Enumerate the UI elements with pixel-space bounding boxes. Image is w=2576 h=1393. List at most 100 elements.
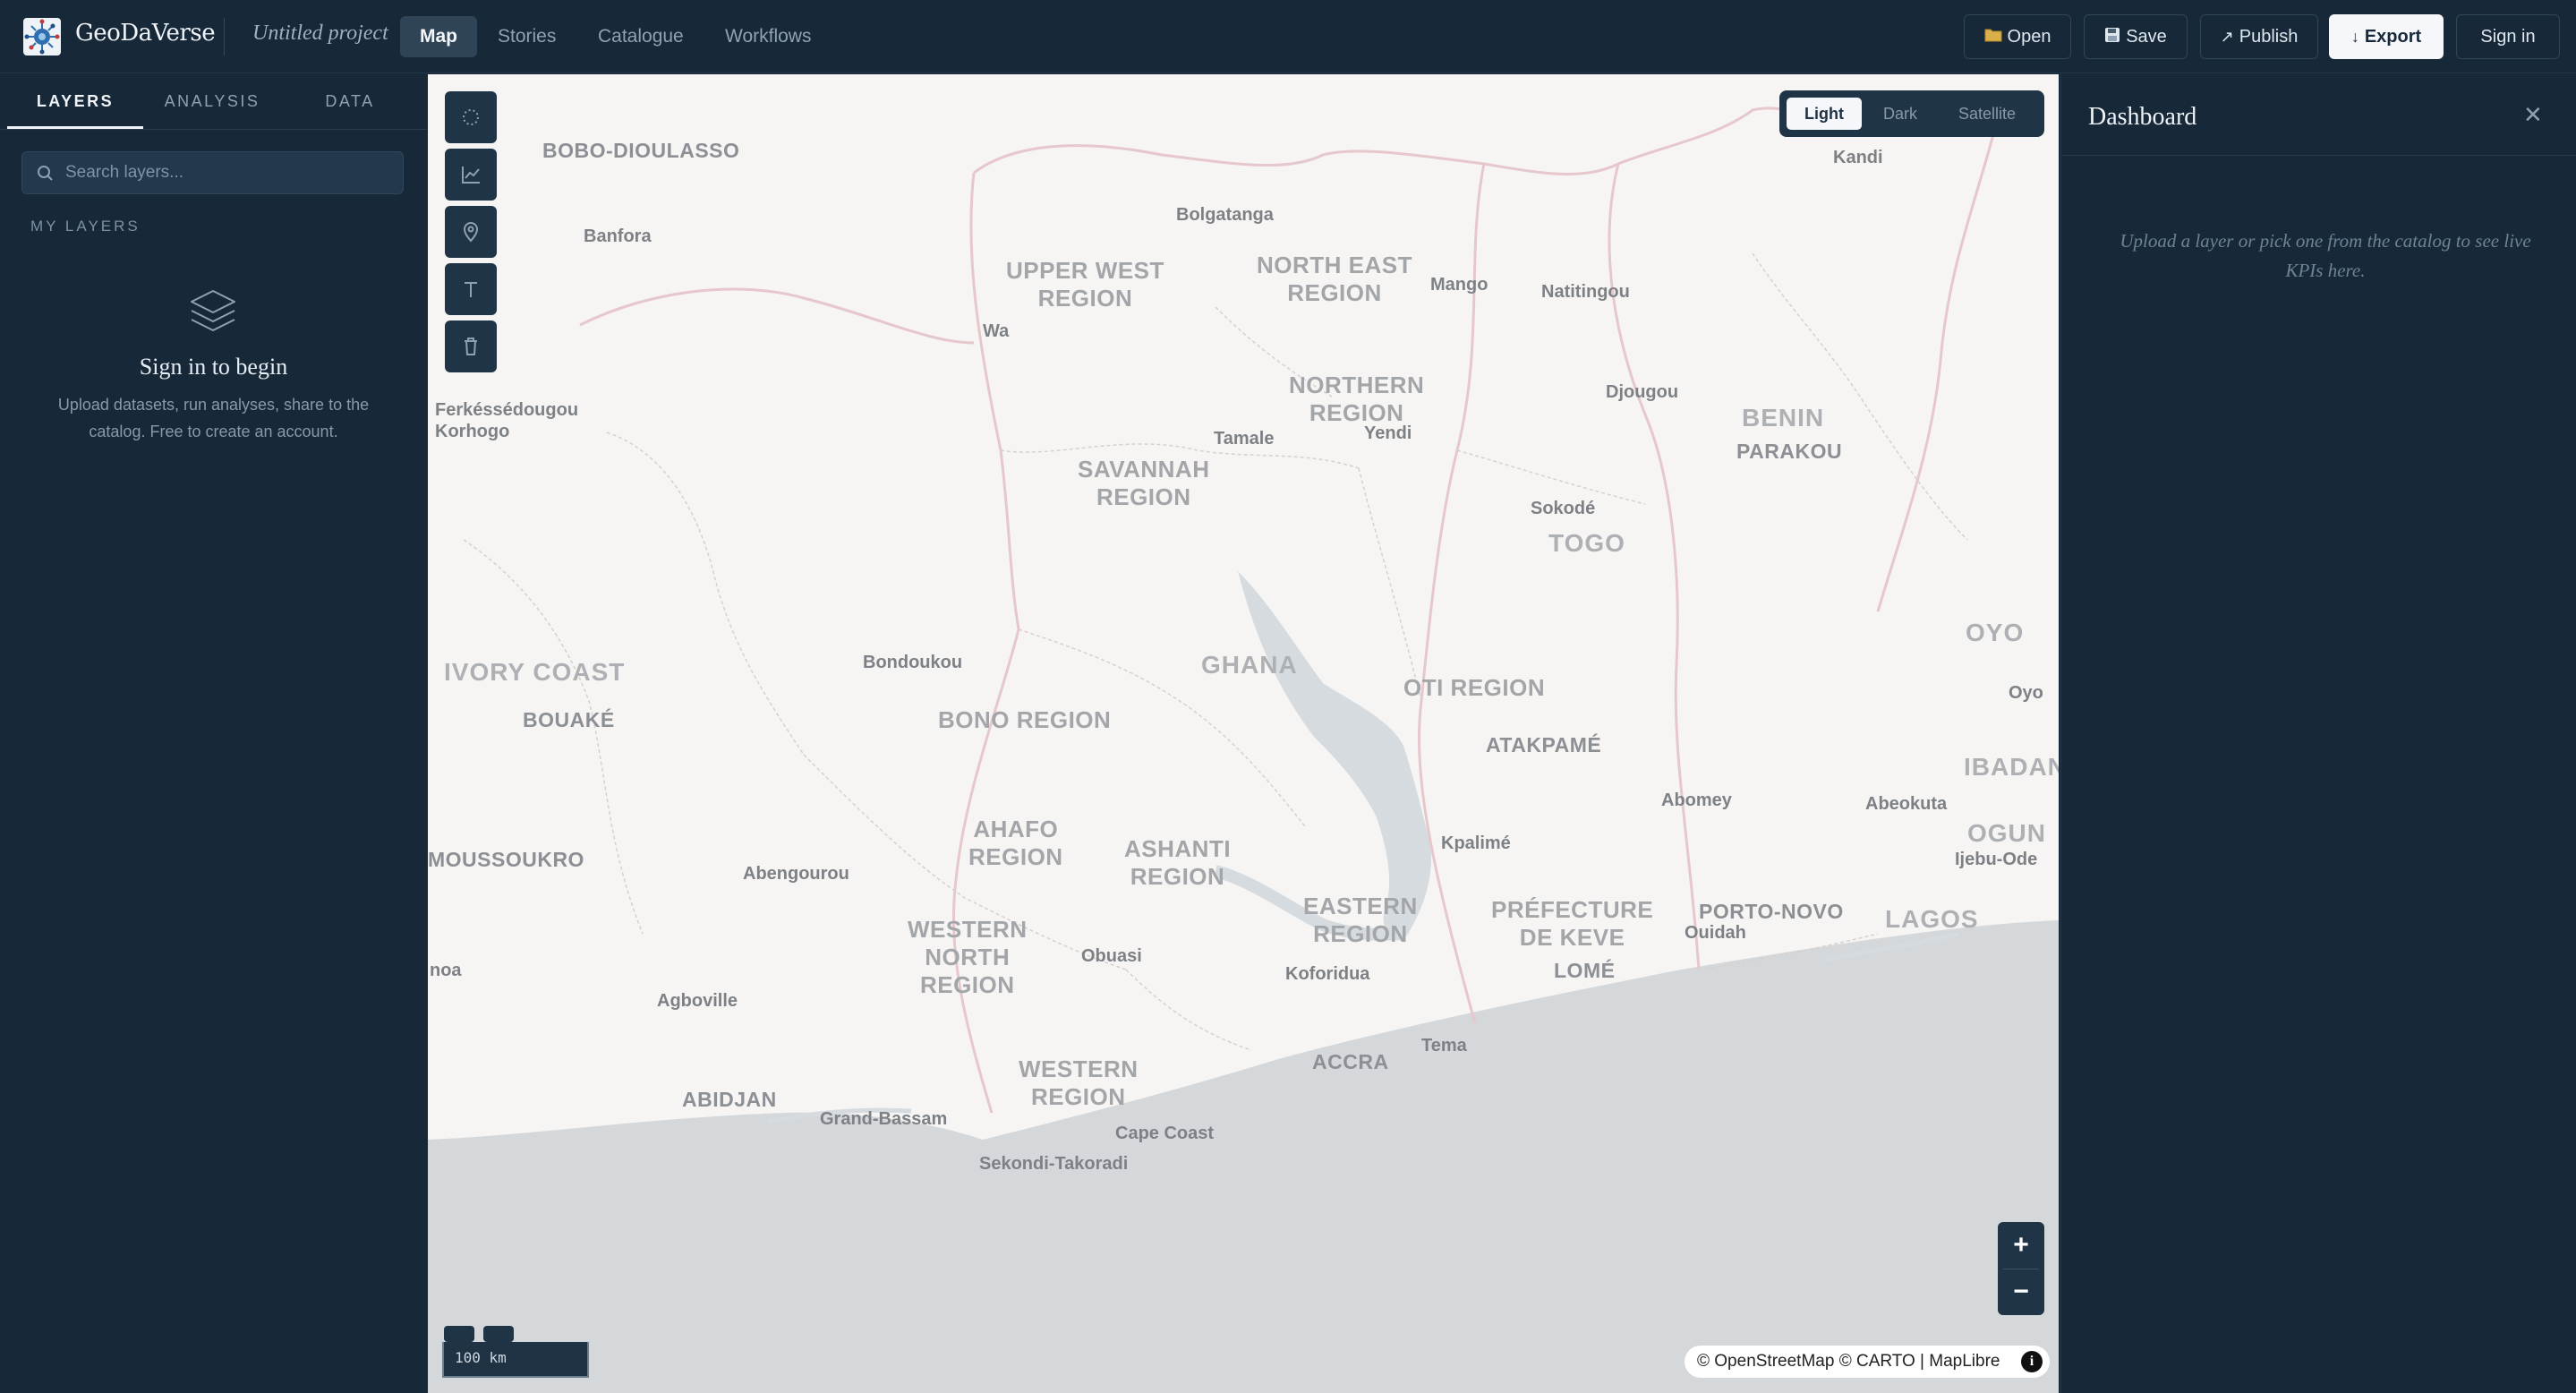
map-label: Tema (1421, 1036, 1467, 1055)
empty-state-description: Upload datasets, run analyses, share to … (57, 396, 370, 440)
map-label: Kandi (1833, 148, 1883, 167)
map-label: EASTERN REGION (1303, 893, 1418, 947)
search-icon (35, 163, 56, 184)
map-label: Oyo (2009, 683, 2043, 703)
map-label: Tamale (1214, 429, 1275, 449)
project-name[interactable]: Untitled project (252, 21, 388, 46)
globe-network-icon[interactable] (23, 18, 61, 56)
map-label: Bondoukou (863, 653, 963, 672)
map-label: PRÉFECTURE DE KEVE (1491, 896, 1654, 951)
map-label: OGUN (1967, 819, 2046, 847)
map-label: Yendi (1364, 423, 1412, 443)
map-label: LOMÉ (1554, 959, 1616, 982)
map-label: Grand-Bassam (820, 1109, 948, 1129)
attribution-text: © OpenStreetMap © CARTO | MapLibre (1697, 1352, 2000, 1371)
scale-toggle[interactable] (483, 1326, 514, 1342)
text-icon[interactable] (445, 263, 497, 315)
map-label: SAVANNAH REGION (1078, 456, 1210, 510)
dashboard-panel: Dashboard ✕ Upload a layer or pick one f… (2060, 74, 2576, 1393)
map-label: ATAKPAMÉ (1486, 733, 1602, 756)
map-label: Ouidah (1685, 923, 1746, 943)
map-label: LAGOS (1885, 905, 1979, 933)
map-label: Cape Coast (1115, 1124, 1215, 1143)
trash-icon[interactable] (445, 320, 497, 372)
top-bar: GeoDaVerse Untitled project Map Stories … (0, 0, 2576, 73)
sign-in-button[interactable]: Sign in (2456, 14, 2560, 59)
style-dark-button[interactable]: Dark (1867, 98, 1933, 130)
my-layers-heading: MY LAYERS (30, 218, 141, 235)
map-label: PORTO-NOVO (1699, 900, 1844, 923)
map-label: IBADAN (1964, 753, 2059, 781)
tab-analysis[interactable]: ANALYSIS (143, 74, 281, 128)
map-label: NORTH EAST REGION (1257, 252, 1412, 306)
map-pin-icon[interactable] (445, 206, 497, 258)
empty-state-title: Sign in to begin (139, 354, 288, 380)
map-label: Agboville (657, 991, 738, 1011)
lasso-select-icon[interactable] (445, 91, 497, 143)
map-label: TOGO (1548, 529, 1625, 557)
nav-tab-catalogue[interactable]: Catalogue (578, 16, 704, 57)
map-label: Koforidua (1285, 964, 1370, 984)
map-label: OYO (1966, 619, 2025, 646)
map-attribution[interactable]: © OpenStreetMap © CARTO | MapLibre i (1685, 1346, 2050, 1378)
app-name: GeoDaVerse (75, 20, 216, 47)
map-label: WESTERN NORTH REGION (908, 916, 1028, 998)
arrow-up-right-icon: ↗ (2220, 27, 2234, 46)
map-label: OTI REGION (1403, 674, 1546, 701)
save-button[interactable]: Save (2084, 14, 2188, 59)
save-label: Save (2126, 26, 2167, 47)
map-label: WESTERN REGION (1019, 1055, 1139, 1110)
map-label: PARAKOU (1736, 440, 1843, 463)
open-button[interactable]: Open (1964, 14, 2071, 59)
nav-tab-workflows[interactable]: Workflows (705, 16, 831, 57)
search-input[interactable] (65, 152, 397, 193)
map-label: IVORY COAST (444, 658, 626, 686)
map-label: noa (430, 961, 462, 980)
scale-bar: 100 km (442, 1342, 589, 1378)
map-label: AHAFO REGION (968, 816, 1063, 870)
map-label: Sokodé (1531, 499, 1596, 518)
divider (2061, 155, 2576, 156)
nav-tab-stories[interactable]: Stories (478, 16, 576, 57)
map-label: BONO REGION (938, 706, 1112, 733)
zoom-out-button[interactable]: − (1998, 1269, 2044, 1315)
style-light-button[interactable]: Light (1787, 98, 1862, 130)
map-tools (445, 91, 497, 378)
zoom-in-button[interactable]: + (1998, 1222, 2044, 1269)
chart-line-icon[interactable] (445, 149, 497, 201)
export-button[interactable]: ↓ Export (2329, 14, 2444, 59)
map-label: Ferkéssédougou (435, 400, 579, 420)
map-label: Abomey (1661, 791, 1732, 810)
map-label: Korhogo (435, 422, 510, 441)
map-label: Obuasi (1081, 946, 1142, 966)
map-label: BOBO-DIOULASSO (542, 139, 740, 162)
dashboard-empty-hint: Upload a layer or pick one from the cata… (2120, 230, 2531, 281)
info-icon[interactable]: i (2021, 1351, 2043, 1372)
left-sidebar: LAYERS ANALYSIS DATA MY LAYERS Sign in t… (0, 74, 427, 1393)
tab-layers[interactable]: LAYERS (7, 74, 143, 128)
floppy-disk-icon (2104, 27, 2120, 47)
divider (0, 129, 427, 130)
map-label: Ijebu-Ode (1955, 850, 2038, 869)
map-label: ASHANTI REGION (1124, 835, 1232, 890)
map-label: Djougou (1606, 382, 1679, 402)
scale-toggle[interactable] (444, 1326, 474, 1342)
style-satellite-button[interactable]: Satellite (1937, 98, 2037, 130)
basemap (428, 90, 2059, 1393)
export-label: Export (2364, 26, 2422, 47)
map-label: Kpalimé (1441, 833, 1511, 853)
map-label: Abengourou (743, 864, 849, 884)
close-icon[interactable]: ✕ (2523, 101, 2543, 129)
folder-icon (1984, 27, 2002, 47)
map-label: Abeokuta (1865, 794, 1948, 814)
divider (224, 18, 225, 56)
nav-tab-map[interactable]: Map (400, 16, 477, 57)
layer-search[interactable] (21, 151, 404, 194)
map-label: Sekondi-Takoradi (979, 1154, 1129, 1174)
dashboard-title: Dashboard (2088, 103, 2197, 131)
map-label: MOUSSOUKRO (428, 848, 584, 871)
tab-data[interactable]: DATA (281, 74, 419, 128)
publish-button[interactable]: ↗ Publish (2200, 14, 2318, 59)
map-canvas[interactable]: BOBO-DIOULASSO Banfora Bolgatanga Kandi … (428, 74, 2059, 1393)
open-label: Open (2007, 26, 2051, 47)
